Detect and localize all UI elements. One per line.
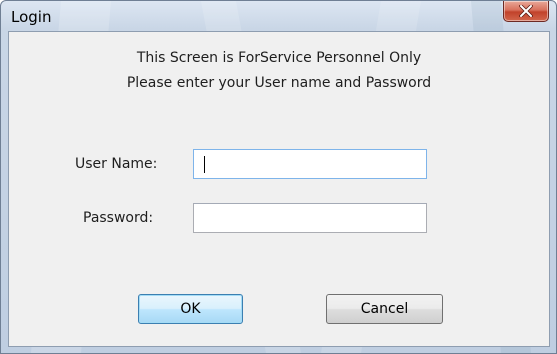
close-button[interactable] [503,1,549,22]
password-input[interactable] [193,203,427,233]
close-icon [519,5,533,17]
password-label: Password: [83,210,154,226]
message-line-2: Please enter your User name and Password [126,75,432,91]
message-line-1: This Screen is ForService Personnel Only [136,50,422,66]
cancel-button[interactable]: Cancel [326,294,443,324]
username-input[interactable] [193,149,427,179]
login-dialog: Login This Screen is ForService Personne… [0,0,557,354]
window-title: Login [11,8,52,26]
text-caret [204,156,205,173]
ok-button[interactable]: OK [138,294,243,324]
username-label: User Name: [75,156,158,172]
title-bar[interactable]: Login [1,1,556,31]
dialog-content: This Screen is ForService Personnel Only… [8,31,550,347]
